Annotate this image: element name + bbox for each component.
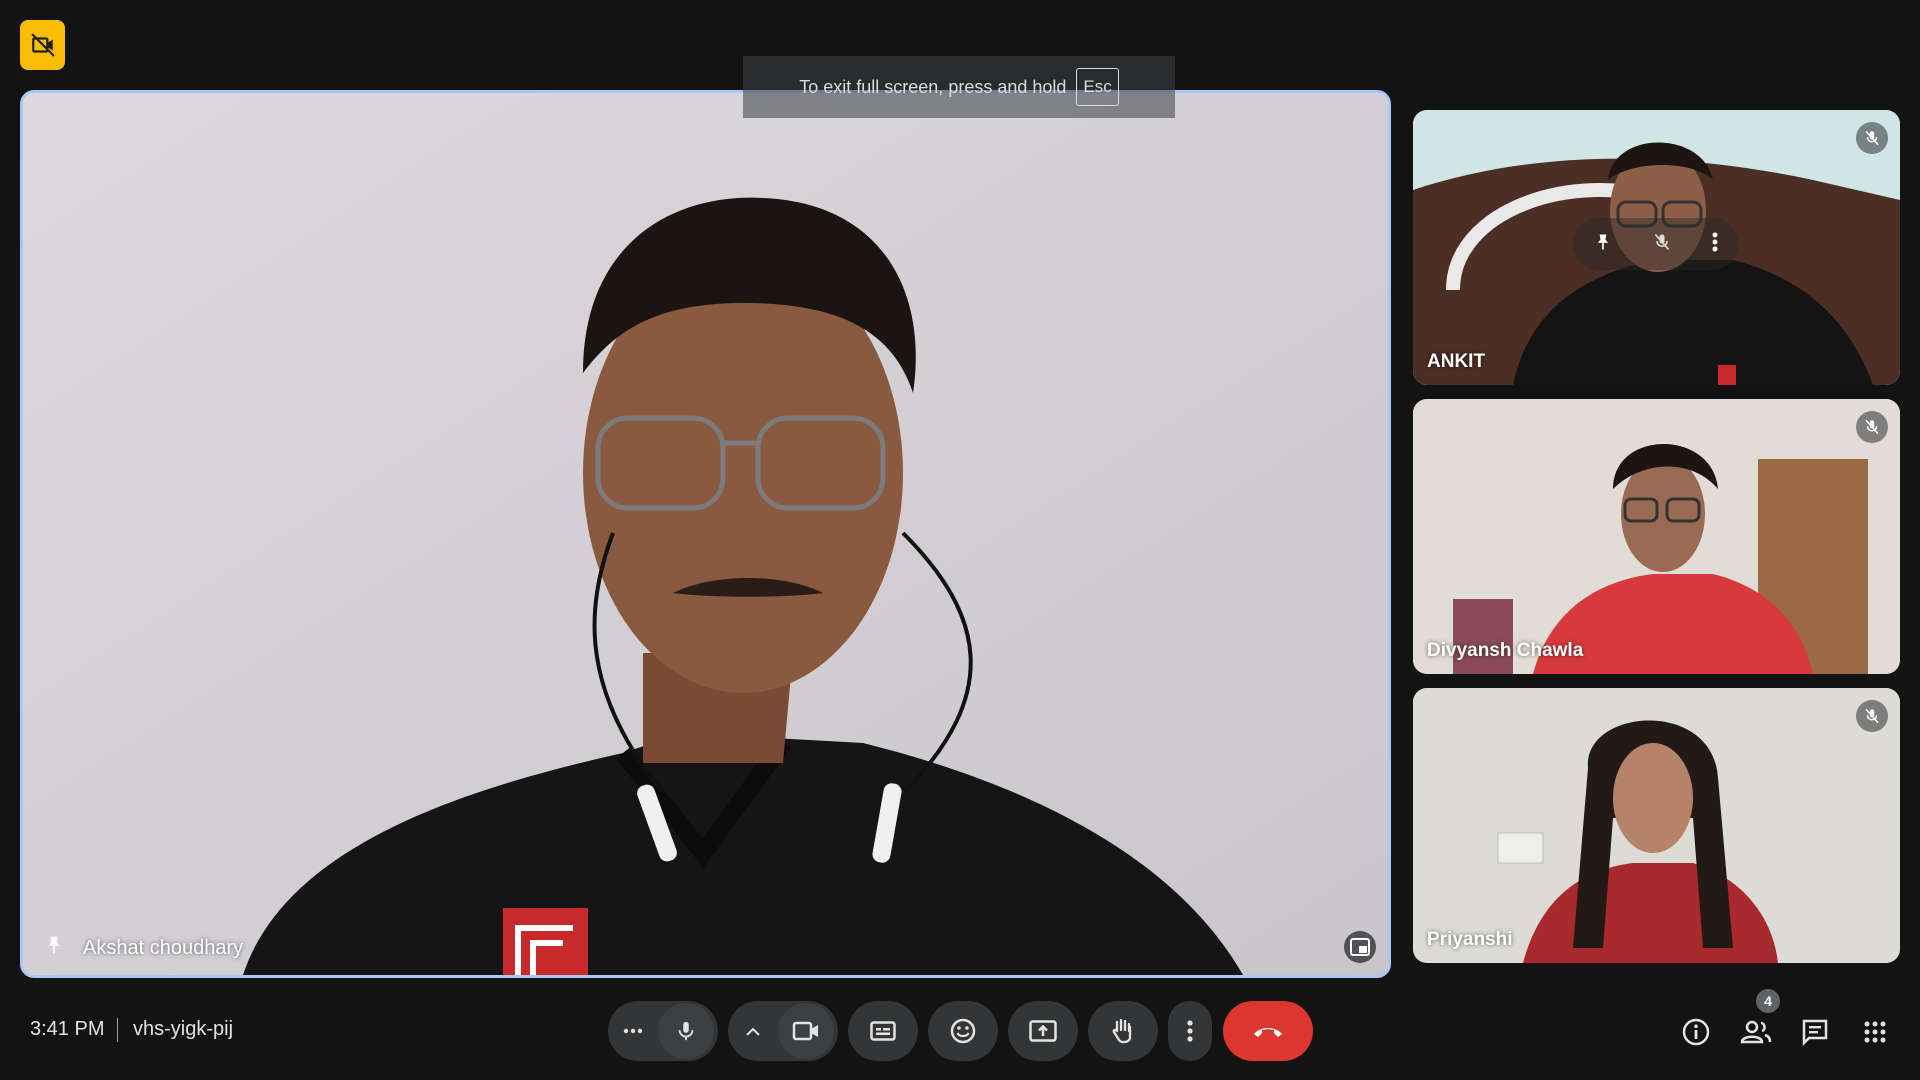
main-participant-name: Akshat choudhary xyxy=(83,937,244,959)
videocam-icon xyxy=(792,1021,818,1041)
participant-video-feed xyxy=(1413,688,1900,963)
audio-options-button[interactable] xyxy=(608,1028,658,1034)
participant-tile-priyanshi[interactable]: Priyanshi xyxy=(1413,688,1900,963)
camera-button[interactable] xyxy=(778,1003,834,1059)
meeting-time: 3:41 PM xyxy=(30,1018,105,1040)
mic-button[interactable] xyxy=(658,1003,714,1059)
call-end-icon xyxy=(1254,1028,1282,1037)
mic-icon xyxy=(678,1021,694,1041)
participant-name: Priyanshi xyxy=(1427,929,1513,950)
more-vert-icon[interactable] xyxy=(1711,231,1719,258)
chat-button[interactable] xyxy=(1795,1012,1835,1052)
meeting-code: vhs-yigk-pij xyxy=(133,1018,234,1040)
captions-icon xyxy=(870,1021,896,1041)
chat-icon xyxy=(1802,1019,1828,1046)
tile-hover-controls xyxy=(1573,218,1738,270)
participant-video-feed xyxy=(1413,399,1900,674)
reactions-button[interactable] xyxy=(928,1001,998,1061)
mic-control-group xyxy=(608,1001,718,1061)
participant-tile-divyansh[interactable]: Divyansh Chawla xyxy=(1413,399,1900,674)
fullscreen-hint-text: To exit full screen, press and hold xyxy=(799,76,1067,97)
pin-icon[interactable] xyxy=(1593,231,1613,258)
camera-control-group xyxy=(728,1001,838,1061)
mic-off-icon xyxy=(1856,411,1888,443)
meeting-details-button[interactable] xyxy=(1676,1012,1716,1052)
raise-hand-icon xyxy=(1112,1018,1132,1044)
participant-name: ANKIT xyxy=(1427,351,1486,372)
pin-icon[interactable] xyxy=(43,934,65,961)
camera-off-icon xyxy=(30,33,55,57)
activities-button[interactable] xyxy=(1855,1012,1895,1052)
apps-icon xyxy=(1864,1021,1886,1043)
mic-off-icon xyxy=(1856,700,1888,732)
recording-badge[interactable] xyxy=(20,20,65,70)
tile-layout-icon[interactable] xyxy=(1344,931,1376,963)
participant-name: Divyansh Chawla xyxy=(1427,640,1584,661)
end-call-button[interactable] xyxy=(1223,1001,1313,1061)
mic-off-icon xyxy=(1856,122,1888,154)
present-screen-icon xyxy=(1029,1020,1057,1042)
participant-count-badge: 4 xyxy=(1756,989,1780,1013)
more-options-button[interactable] xyxy=(1168,1001,1212,1061)
footer-divider xyxy=(117,1018,118,1042)
present-button[interactable] xyxy=(1008,1001,1078,1061)
people-icon xyxy=(1740,1020,1772,1044)
esc-key-label: Esc xyxy=(1076,68,1119,106)
info-icon xyxy=(1682,1018,1710,1046)
main-video-tile[interactable]: Akshat choudhary xyxy=(20,90,1391,978)
more-vert-icon xyxy=(1187,1020,1193,1042)
mute-participant-icon[interactable] xyxy=(1652,231,1672,258)
emoji-icon xyxy=(950,1018,976,1044)
captions-button[interactable] xyxy=(848,1001,918,1061)
video-options-button[interactable] xyxy=(728,1027,778,1036)
people-button[interactable] xyxy=(1736,1012,1776,1052)
fullscreen-exit-hint: To exit full screen, press and hold Esc xyxy=(743,56,1175,118)
main-video-feed xyxy=(23,93,1388,975)
participant-tile-ankit[interactable]: ANKIT xyxy=(1413,110,1900,385)
raise-hand-button[interactable] xyxy=(1088,1001,1158,1061)
